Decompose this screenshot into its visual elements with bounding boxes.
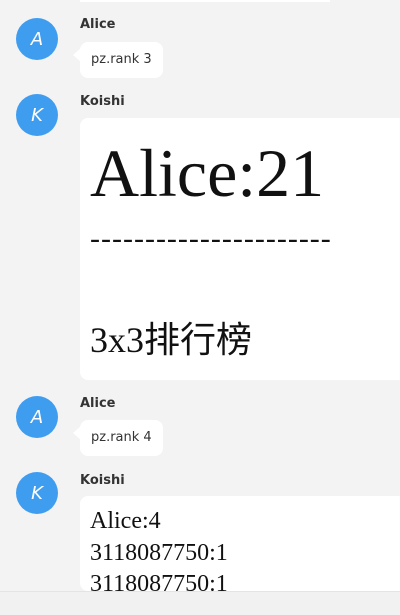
avatar[interactable]: K: [16, 94, 58, 136]
avatar-letter: A: [30, 28, 44, 50]
previous-message-bubble: [80, 0, 330, 2]
avatar-letter: K: [31, 104, 43, 126]
message-text: pz.rank 4: [91, 430, 152, 445]
avatar-letter: K: [31, 482, 43, 504]
rank-line: 3118087750:1: [90, 571, 228, 591]
rank-title: Alice:21: [90, 135, 325, 211]
avatar[interactable]: K: [16, 472, 58, 514]
sender-name: Alice: [80, 396, 116, 411]
rank-divider: ----------------------: [90, 222, 332, 255]
rank-line: 3118087750:1: [90, 540, 228, 566]
chat-view: A Alice pz.rank 3 K Koishi Alice:21 ----…: [0, 0, 400, 615]
rank-board-title: 3x3排行榜: [90, 320, 253, 360]
sender-name: Alice: [80, 17, 116, 32]
sender-name: Koishi: [80, 94, 125, 109]
rank-list-card[interactable]: Alice:4 3118087750:1 3118087750:1: [80, 496, 400, 591]
avatar[interactable]: A: [16, 396, 58, 438]
rank-line: Alice:4: [90, 508, 161, 534]
sender-name: Koishi: [80, 473, 125, 488]
message-bubble[interactable]: pz.rank 3: [73, 42, 163, 78]
rank-image-card[interactable]: Alice:21 ---------------------- 3x3排行榜: [80, 118, 400, 380]
input-bar[interactable]: [0, 591, 400, 615]
avatar-letter: A: [30, 406, 44, 428]
avatar[interactable]: A: [16, 18, 58, 60]
message-text: pz.rank 3: [91, 52, 152, 67]
message-bubble[interactable]: pz.rank 4: [73, 420, 163, 456]
